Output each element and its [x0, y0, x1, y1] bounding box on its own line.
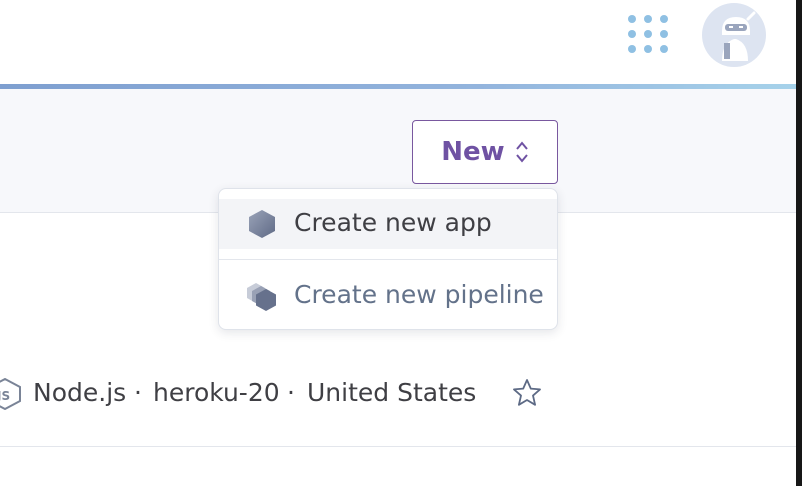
meta-separator: ·: [287, 378, 295, 407]
apps-grid-icon[interactable]: [628, 15, 668, 53]
new-dropdown-menu: Create new app Create new pipeline: [218, 188, 558, 330]
menu-item-create-app[interactable]: Create new app: [219, 199, 557, 249]
app-language: Node.js: [33, 378, 127, 407]
menu-item-create-pipeline[interactable]: Create new pipeline: [219, 271, 557, 321]
pipeline-hexagons-icon: [245, 281, 279, 311]
hexagon-icon: [245, 209, 279, 239]
app-list-item: JS Node.js · heroku-20 · United States: [0, 370, 560, 418]
nodejs-icon: JS: [0, 377, 22, 411]
app-region: United States: [307, 378, 477, 407]
meta-separator: ·: [134, 378, 142, 407]
menu-divider: [219, 259, 557, 260]
dashboard-page: New Create new app Create new pipeline S…: [0, 0, 802, 486]
app-stack: heroku-20: [153, 378, 280, 407]
window-edge: [796, 0, 802, 486]
new-button[interactable]: New: [412, 120, 558, 184]
top-header: [0, 0, 796, 86]
new-button-label: New: [441, 137, 505, 167]
svg-text:JS: JS: [0, 389, 10, 403]
chevron-up-down-icon: [515, 139, 529, 165]
user-avatar[interactable]: [702, 3, 766, 67]
create-pipeline-label: Create new pipeline: [294, 280, 544, 309]
star-icon[interactable]: [512, 378, 542, 408]
ninja-avatar-icon: [703, 4, 765, 66]
row-divider: [0, 446, 796, 447]
create-app-label: Create new app: [294, 208, 492, 237]
